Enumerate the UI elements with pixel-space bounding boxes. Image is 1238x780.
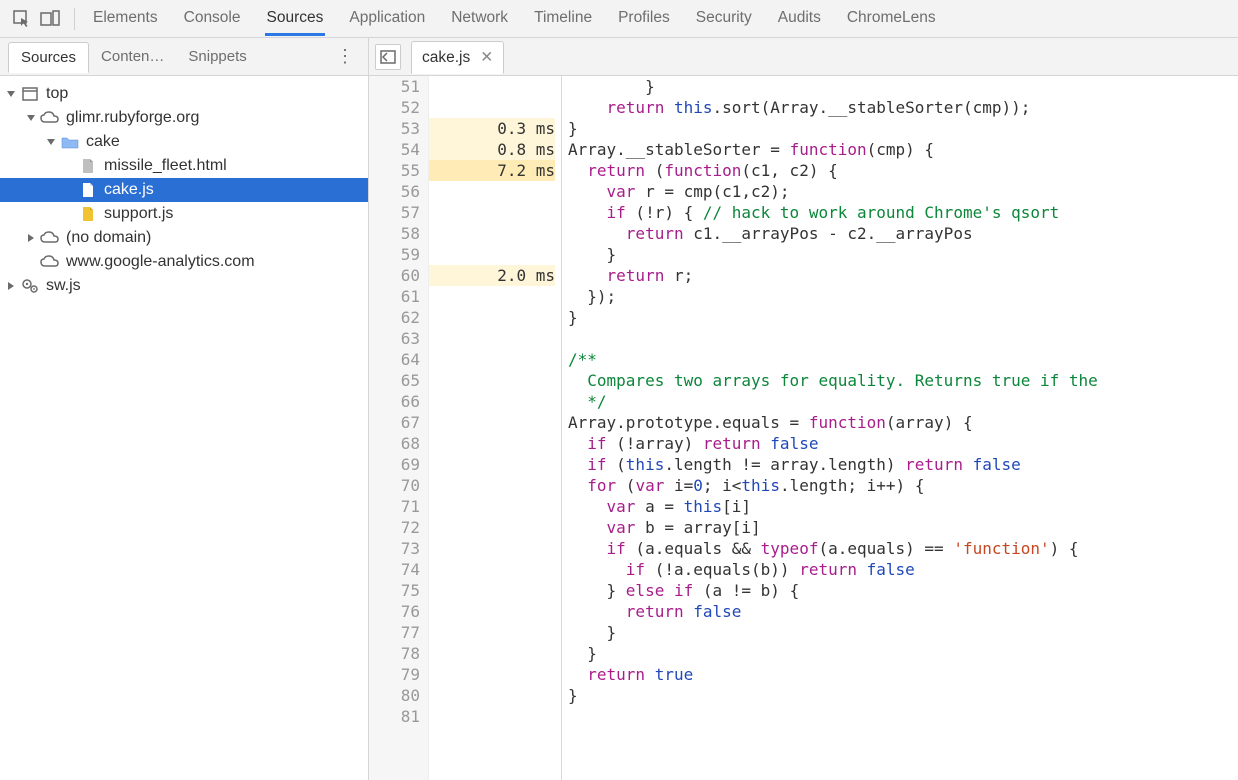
file-tab-label: cake.js <box>422 49 470 67</box>
navigator-toggle-icon[interactable] <box>375 44 401 70</box>
tree-label: top <box>46 85 68 103</box>
file-js-icon <box>78 205 98 223</box>
code-editor[interactable]: 5152535455565758596061626364656667686970… <box>369 76 1238 780</box>
folder-icon <box>60 133 80 151</box>
tree-label: missile_fleet.html <box>104 157 227 175</box>
inspect-icon[interactable] <box>8 5 36 33</box>
sidebar-tab-2[interactable]: Snippets <box>176 42 258 71</box>
sidebar-tabs: SourcesConten…Snippets ⋮ <box>0 38 368 76</box>
tab-security[interactable]: Security <box>694 1 754 36</box>
tree-file-selected[interactable]: cake.js <box>0 178 368 202</box>
frame-icon <box>20 85 40 103</box>
divider <box>74 8 75 30</box>
file-tab[interactable]: cake.js ✕ <box>411 41 504 74</box>
timing-column: 0.3 ms0.8 ms7.2 ms 2.0 ms <box>429 76 562 780</box>
tree-label: www.google-analytics.com <box>66 253 255 271</box>
tree-service-worker[interactable]: sw.js <box>0 274 368 298</box>
chevron-right-icon <box>24 231 38 245</box>
file-icon <box>78 157 98 175</box>
tree-label: cake.js <box>104 181 154 199</box>
device-icon[interactable] <box>36 5 64 33</box>
devtools-toolbar: Elements Console Sources Application Network… <box>0 0 1238 38</box>
file-icon <box>78 181 98 199</box>
tab-network[interactable]: Network <box>449 1 510 36</box>
tree-label: glimr.rubyforge.org <box>66 109 199 127</box>
tree-label: cake <box>86 133 120 151</box>
editor-pane: cake.js ✕ 515253545556575859606162636465… <box>369 38 1238 780</box>
cloud-icon <box>40 229 60 247</box>
tree-folder[interactable]: cake <box>0 130 368 154</box>
tab-sources[interactable]: Sources <box>265 1 326 36</box>
sidebar-tab-0[interactable]: Sources <box>8 42 89 73</box>
sources-sidebar: SourcesConten…Snippets ⋮ top glimr.rubyfo… <box>0 38 369 780</box>
devtools-tabs: Elements Console Sources Application Network… <box>85 1 938 36</box>
tree-file[interactable]: support.js <box>0 202 368 226</box>
close-icon[interactable]: ✕ <box>480 48 493 67</box>
tab-audits[interactable]: Audits <box>776 1 823 36</box>
tree-domain[interactable]: glimr.rubyforge.org <box>0 106 368 130</box>
sidebar-tab-1[interactable]: Conten… <box>89 42 176 71</box>
chevron-down-icon <box>24 111 38 125</box>
chevron-down-icon <box>4 87 18 101</box>
cloud-icon <box>40 109 60 127</box>
tab-application[interactable]: Application <box>347 1 427 36</box>
line-gutter: 5152535455565758596061626364656667686970… <box>369 76 429 780</box>
gears-icon <box>20 277 40 295</box>
tab-timeline[interactable]: Timeline <box>532 1 594 36</box>
tree-label: sw.js <box>46 277 81 295</box>
tree-label: support.js <box>104 205 173 223</box>
tree-top[interactable]: top <box>0 82 368 106</box>
tab-chromelens[interactable]: ChromeLens <box>845 1 938 36</box>
file-tree: top glimr.rubyforge.org cake missile_fle… <box>0 76 368 780</box>
more-icon[interactable]: ⋮ <box>330 46 360 67</box>
tree-label: (no domain) <box>66 229 151 247</box>
code-content[interactable]: } return this.sort(Array.__stableSorter(… <box>562 76 1238 780</box>
chevron-right-icon <box>4 279 18 293</box>
tab-console[interactable]: Console <box>182 1 243 36</box>
tree-domain[interactable]: (no domain) <box>0 226 368 250</box>
tab-elements[interactable]: Elements <box>91 1 160 36</box>
tree-domain[interactable]: www.google-analytics.com <box>0 250 368 274</box>
cloud-icon <box>40 253 60 271</box>
tab-profiles[interactable]: Profiles <box>616 1 672 36</box>
tree-file[interactable]: missile_fleet.html <box>0 154 368 178</box>
editor-tabbar: cake.js ✕ <box>369 38 1238 76</box>
chevron-down-icon <box>44 135 58 149</box>
